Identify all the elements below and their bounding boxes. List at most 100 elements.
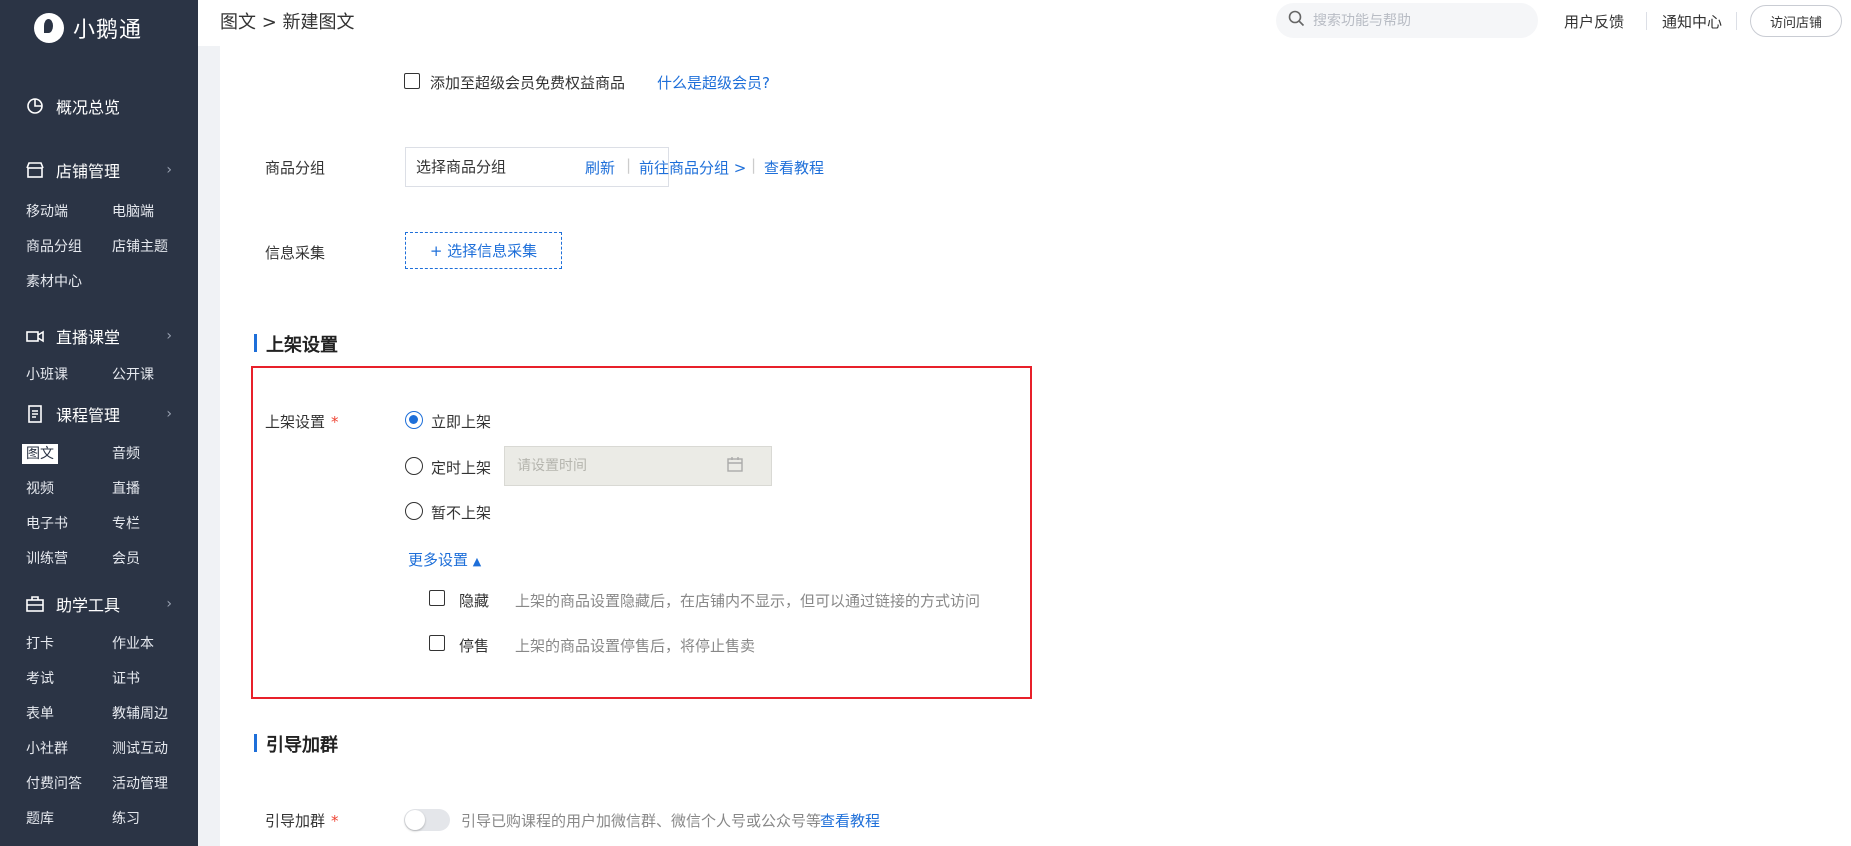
hide-label: 隐藏: [459, 592, 490, 610]
radio-not-publish-label: 暂不上架: [431, 504, 492, 522]
stop-sale-description: 上架的商品设置停售后，将停止售卖: [515, 637, 756, 655]
divider: |: [626, 156, 632, 174]
top-bar: 图文 > 新建图文 用户反馈 通知中心 访问店铺: [198, 0, 1851, 46]
sidebar-item-activity[interactable]: 活动管理: [112, 767, 198, 802]
chevron-right-icon: ›: [166, 328, 172, 344]
chevron-right-icon: ›: [166, 162, 172, 178]
sidebar-item-mobile[interactable]: 移动端: [26, 195, 112, 230]
select-info-collection-button[interactable]: + 选择信息采集: [405, 232, 562, 269]
guide-description: 引导已购课程的用户加微信群、微信个人号或公众号等: [461, 812, 822, 830]
section-title-listing: 上架设置: [254, 331, 338, 357]
radio-not-publish[interactable]: [405, 502, 423, 520]
guide-label: 引导加群 *: [265, 810, 339, 831]
more-settings-toggle[interactable]: 更多设置 ▲: [408, 549, 481, 570]
sidebar-item-video[interactable]: 视频: [26, 472, 112, 507]
notification-center-link[interactable]: 通知中心: [1662, 11, 1722, 32]
guide-toggle[interactable]: [404, 809, 450, 831]
radio-publish-now[interactable]: [405, 411, 423, 429]
sidebar-item-column[interactable]: 专栏: [112, 507, 198, 542]
sidebar: 小鹅通 概况总览 店铺管理 › 移动端 电脑端 商品分组 店铺主题 素材中心 直…: [0, 0, 198, 846]
hide-checkbox[interactable]: [429, 590, 445, 606]
nav-course[interactable]: 课程管理 ›: [0, 397, 198, 431]
go-product-group-link[interactable]: 前往商品分组 >: [639, 157, 746, 178]
radio-scheduled-label: 定时上架: [431, 459, 492, 477]
sidebar-item-checkin[interactable]: 打卡: [26, 627, 112, 662]
sidebar-item-audio[interactable]: 音频: [112, 437, 198, 472]
sidebar-item-article[interactable]: 图文: [22, 437, 112, 472]
hide-description: 上架的商品设置隐藏后，在店铺内不显示，但可以通过链接的方式访问: [515, 592, 981, 610]
stop-sale-checkbox[interactable]: [429, 635, 445, 651]
divider: [1736, 12, 1737, 30]
schedule-time-field[interactable]: [517, 458, 727, 474]
chevron-right-icon: ›: [166, 596, 172, 612]
info-collection-label: 信息采集: [265, 244, 326, 262]
sidebar-item-homework[interactable]: 作业本: [112, 627, 198, 662]
sidebar-item-certificate[interactable]: 证书: [112, 662, 198, 697]
video-camera-icon: [26, 327, 44, 345]
document-icon: [26, 405, 44, 423]
super-member-checkbox[interactable]: [404, 73, 420, 89]
search-icon: [1288, 10, 1305, 31]
sidebar-item-small-class[interactable]: 小班课: [26, 358, 112, 393]
nav-store-label: 店铺管理: [56, 162, 121, 181]
sidebar-item-ebook[interactable]: 电子书: [26, 507, 112, 542]
what-is-super-member-link[interactable]: 什么是超级会员?: [657, 72, 770, 93]
refresh-link[interactable]: 刷新: [585, 157, 615, 178]
listing-label: 上架设置 *: [265, 411, 339, 432]
nav-live-label: 直播课堂: [56, 328, 121, 347]
app-name: 小鹅通: [73, 18, 143, 43]
caret-up-icon: ▲: [472, 555, 482, 568]
sidebar-item-article-label: 图文: [22, 444, 58, 464]
radio-scheduled[interactable]: [405, 457, 423, 475]
sidebar-item-exam[interactable]: 考试: [26, 662, 112, 697]
sidebar-item-camp[interactable]: 训练营: [26, 542, 112, 577]
nav-store[interactable]: 店铺管理 ›: [0, 153, 198, 187]
sidebar-item-member[interactable]: 会员: [112, 542, 198, 577]
sidebar-item-paid-qa[interactable]: 付费问答: [26, 767, 112, 802]
section-title-guide: 引导加群: [254, 731, 338, 757]
nav-tools-label: 助学工具: [56, 596, 121, 615]
logo-icon: [34, 13, 64, 43]
feedback-link[interactable]: 用户反馈: [1564, 11, 1624, 32]
chevron-right-icon: ›: [166, 406, 172, 422]
main-content: 添加至超级会员免费权益商品 什么是超级会员? 商品分组 选择商品分组 刷新 | …: [198, 46, 1851, 846]
sidebar-item-community[interactable]: 小社群: [26, 732, 112, 767]
tutorial-link[interactable]: 查看教程: [764, 157, 824, 178]
sidebar-item-form[interactable]: 表单: [26, 697, 112, 732]
sidebar-item-store-theme[interactable]: 店铺主题: [112, 230, 198, 265]
sidebar-item-merch[interactable]: 教辅周边: [112, 697, 198, 732]
breadcrumb: 图文 > 新建图文: [220, 12, 355, 33]
search-box[interactable]: [1276, 3, 1538, 38]
nav-live[interactable]: 直播课堂 ›: [0, 319, 198, 353]
more-settings-label: 更多设置: [408, 551, 469, 569]
nav-overview[interactable]: 概况总览: [0, 89, 198, 123]
super-member-label: 添加至超级会员免费权益商品: [430, 74, 626, 92]
sidebar-item-open-class[interactable]: 公开课: [112, 358, 198, 393]
listing-label-text: 上架设置: [265, 413, 326, 431]
sidebar-item-pc[interactable]: 电脑端: [112, 195, 198, 230]
guide-tutorial-link[interactable]: 查看教程: [820, 810, 880, 831]
product-group-label: 商品分组: [265, 159, 326, 177]
sidebar-item-live[interactable]: 直播: [112, 472, 198, 507]
calendar-icon: [727, 456, 743, 476]
required-mark: *: [331, 413, 339, 431]
nav-overview-label: 概况总览: [56, 98, 121, 117]
search-input[interactable]: [1313, 12, 1513, 29]
sidebar-item-materials[interactable]: 素材中心: [26, 265, 112, 300]
app-logo[interactable]: 小鹅通: [34, 10, 142, 46]
radio-publish-now-label: 立即上架: [431, 413, 492, 431]
visit-store-button[interactable]: 访问店铺: [1750, 5, 1842, 37]
sidebar-item-product-group[interactable]: 商品分组: [26, 230, 112, 265]
divider: [1646, 12, 1647, 30]
schedule-time-input[interactable]: [504, 446, 772, 486]
toolbox-icon: [26, 595, 44, 613]
stop-sale-label: 停售: [459, 637, 490, 655]
nav-course-label: 课程管理: [56, 406, 121, 425]
nav-tools[interactable]: 助学工具 ›: [0, 587, 198, 621]
guide-label-text: 引导加群: [265, 812, 326, 830]
sidebar-item-practice[interactable]: 练习: [112, 802, 198, 837]
sidebar-item-quiz[interactable]: 测试互动: [112, 732, 198, 767]
required-mark: *: [331, 812, 339, 830]
sidebar-item-question-bank[interactable]: 题库: [26, 802, 112, 837]
store-icon: [26, 161, 44, 179]
